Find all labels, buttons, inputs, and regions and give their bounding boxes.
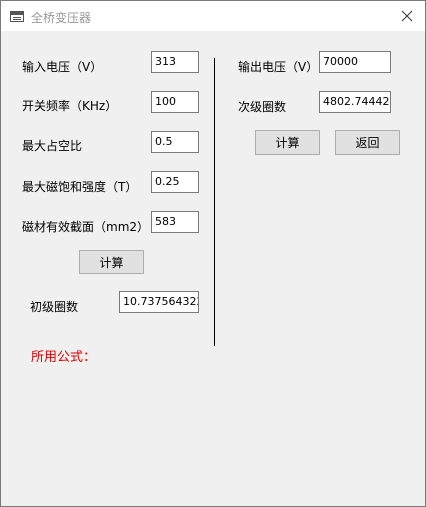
app-window: 全桥变压器 输入电压（V） 313 开关频率（KHz） 100 最大占空比 0.…: [0, 0, 426, 507]
secondary-turns-label: 次级圈数: [238, 100, 287, 114]
primary-turns-label: 初级圈数: [30, 300, 79, 314]
switch-frequency-label: 开关频率（KHz）: [22, 99, 118, 113]
vertical-divider: [214, 58, 215, 346]
title-bar: 全桥变压器: [1, 1, 425, 31]
app-window-icon: [10, 11, 24, 22]
core-area-label: 磁材有效截面（mm2）: [22, 220, 150, 234]
output-voltage-field[interactable]: 70000: [319, 51, 391, 73]
max-duty-cycle-field[interactable]: 0.5: [151, 131, 199, 153]
back-button[interactable]: 返回: [335, 130, 400, 155]
primary-turns-field[interactable]: 10.7375643224: [119, 291, 199, 313]
calculate-primary-button[interactable]: 计算: [79, 250, 144, 274]
secondary-turns-field[interactable]: 4802.7444253: [319, 91, 391, 113]
close-icon: [401, 10, 413, 22]
max-flux-density-field[interactable]: 0.25: [151, 171, 199, 193]
max-flux-density-label: 最大磁饱和强度（T）: [22, 180, 138, 194]
window-title: 全桥变压器: [31, 11, 92, 25]
calculate-secondary-button[interactable]: 计算: [255, 130, 320, 155]
max-duty-cycle-label: 最大占空比: [22, 139, 83, 153]
close-button[interactable]: [389, 1, 425, 31]
core-area-field[interactable]: 583: [151, 211, 199, 233]
switch-frequency-field[interactable]: 100: [151, 91, 199, 113]
input-voltage-field[interactable]: 313: [151, 51, 199, 73]
formula-label: 所用公式：: [31, 350, 97, 365]
output-voltage-label: 输出电压（V）: [238, 60, 319, 74]
input-voltage-label: 输入电压（V）: [22, 60, 103, 74]
